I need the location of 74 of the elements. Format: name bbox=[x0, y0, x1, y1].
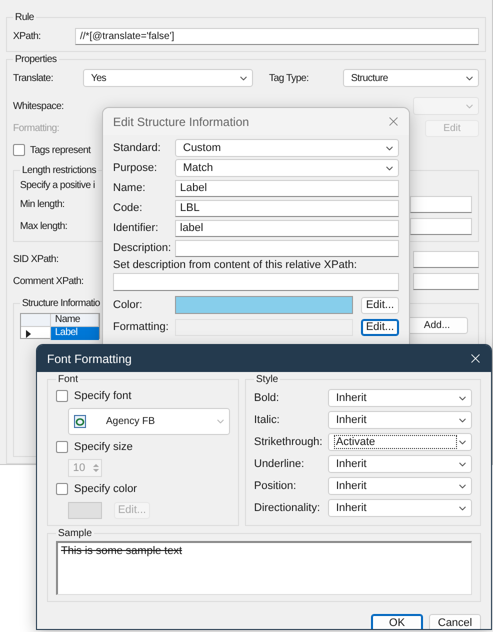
group-title: Font bbox=[57, 374, 80, 385]
checkbox-label: Specify size bbox=[74, 441, 133, 453]
field-label: Underline: bbox=[254, 458, 306, 470]
field-label: Bold: bbox=[254, 392, 280, 404]
checkbox-label: Specify color bbox=[74, 483, 137, 495]
translate-dropdown[interactable]: Yes bbox=[83, 69, 253, 87]
field-label: SID XPath: bbox=[13, 254, 60, 264]
dropdown[interactable]: Custom bbox=[175, 139, 399, 157]
group-title: Rule bbox=[14, 12, 35, 23]
field-label: Name: bbox=[113, 182, 146, 194]
group-title: Sample bbox=[57, 528, 93, 539]
edit-color-button[interactable]: Edit... bbox=[361, 296, 399, 314]
comment-xpath-field[interactable] bbox=[413, 272, 479, 290]
style-dropdown[interactable]: Inherit bbox=[328, 389, 472, 407]
text-field[interactable] bbox=[175, 240, 399, 256]
field-label: Tag Type: bbox=[269, 72, 310, 84]
dialog-title: Font Formatting bbox=[47, 352, 132, 366]
field-label: Formatting: bbox=[113, 321, 170, 333]
field-label: Position: bbox=[254, 480, 298, 492]
text-field[interactable]: Label bbox=[175, 180, 399, 196]
relative-xpath-field[interactable] bbox=[113, 273, 399, 291]
checkbox-label: Tags represent bbox=[30, 144, 91, 156]
max-length-field[interactable] bbox=[410, 218, 472, 234]
group-title: Properties bbox=[14, 54, 58, 65]
checkbox[interactable] bbox=[56, 390, 68, 402]
checkbox[interactable] bbox=[56, 441, 68, 453]
text-field[interactable]: LBL bbox=[175, 200, 399, 216]
field-label: Min length: bbox=[20, 198, 66, 210]
field-label: Directionality: bbox=[254, 502, 322, 514]
text-field[interactable]: label bbox=[175, 220, 399, 236]
field-label: Whitespace: bbox=[13, 100, 65, 112]
field-label: Identifier: bbox=[113, 222, 160, 234]
field-label: Strikethrough: bbox=[254, 436, 324, 448]
checkbox[interactable] bbox=[13, 144, 25, 156]
group-title: Length restrictions bbox=[21, 165, 98, 176]
ok-button[interactable]: OK bbox=[371, 614, 423, 629]
sample-text: This is some sample text bbox=[56, 541, 472, 595]
field-label: Comment XPath: bbox=[13, 276, 85, 286]
cancel-button[interactable]: Cancel bbox=[429, 614, 481, 629]
font-file-icon bbox=[74, 415, 86, 428]
field-label: Description: bbox=[113, 242, 172, 254]
sid-xpath-field[interactable] bbox=[413, 250, 479, 268]
edit-formatting-button[interactable]: Edit... bbox=[361, 318, 399, 336]
field-label: Translate: bbox=[13, 72, 54, 84]
row-pointer-icon bbox=[26, 330, 31, 338]
tag-type-dropdown[interactable]: Structure bbox=[343, 69, 479, 87]
checkbox-label: Specify font bbox=[74, 390, 132, 402]
style-dropdown[interactable]: Activate bbox=[328, 433, 472, 451]
column-header: Name bbox=[51, 314, 99, 327]
field-label: Max length: bbox=[20, 220, 68, 232]
group-title: Style bbox=[255, 374, 280, 385]
field-label: Standard: bbox=[113, 142, 162, 154]
field-label: Formatting: bbox=[13, 122, 60, 134]
field-label: Italic: bbox=[254, 414, 281, 426]
field-label: Purpose: bbox=[113, 162, 158, 174]
dropdown[interactable]: Match bbox=[175, 159, 399, 177]
style-dropdown[interactable]: Inherit bbox=[328, 455, 472, 473]
field-label: Color: bbox=[113, 299, 144, 311]
style-dropdown[interactable]: Inherit bbox=[328, 499, 472, 517]
group-title: Structure Informatio bbox=[21, 298, 101, 309]
color-swatch bbox=[68, 502, 102, 518]
xpath-field[interactable]: //*[@translate='false'] bbox=[75, 28, 479, 44]
table-cell[interactable]: Label bbox=[51, 327, 99, 340]
field-label: Code: bbox=[113, 202, 144, 214]
style-dropdown[interactable]: Inherit bbox=[328, 411, 472, 429]
field-label: XPath: bbox=[13, 30, 42, 42]
checkbox[interactable] bbox=[56, 483, 68, 495]
min-length-field[interactable] bbox=[410, 196, 472, 212]
hint-text: Specify a positive i bbox=[20, 180, 95, 191]
field-label: Set description from content of this relative XPath: bbox=[113, 259, 358, 271]
font-dropdown[interactable]: Agency FB bbox=[68, 408, 230, 435]
dialog-title: Edit Structure Information bbox=[113, 114, 250, 128]
spin-arrows-icon bbox=[93, 463, 99, 473]
style-dropdown[interactable]: Inherit bbox=[328, 477, 472, 495]
